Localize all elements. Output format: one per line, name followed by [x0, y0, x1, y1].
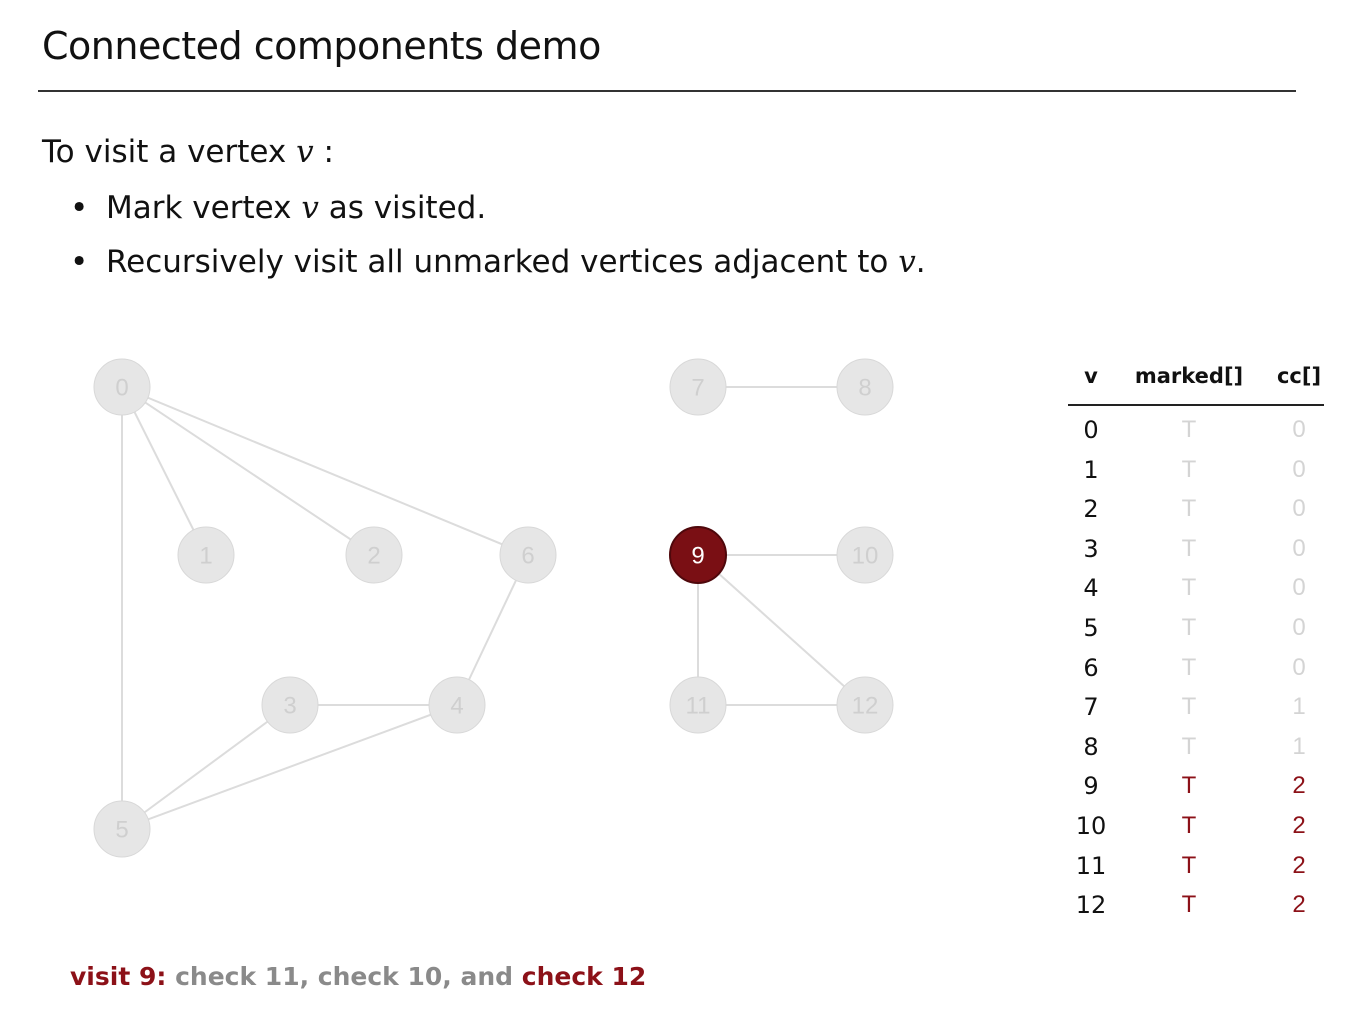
cell-marked: T — [1181, 613, 1197, 641]
vertex-label: 4 — [450, 693, 463, 720]
edge-3-5 — [121, 704, 291, 830]
cell-cc: 0 — [1292, 534, 1306, 562]
vertex-6: 6 — [499, 526, 557, 584]
cell-v: 1 — [1083, 455, 1099, 484]
cell-marked: T — [1181, 732, 1197, 760]
edge-0-6 — [121, 386, 529, 556]
cell-v: 9 — [1083, 772, 1099, 801]
table-header-rule — [1068, 404, 1324, 406]
cell-marked: T — [1181, 495, 1197, 523]
cell-v: 6 — [1083, 653, 1099, 682]
status-last-check: check 12 — [521, 962, 647, 991]
cell-cc: 2 — [1292, 811, 1306, 839]
cell-v: 7 — [1083, 693, 1099, 722]
table-row: 5 T 0 — [1068, 614, 1324, 654]
header-cc: cc[] — [1276, 364, 1322, 388]
table-row: 9 T 2 — [1068, 772, 1324, 812]
cell-cc: 2 — [1292, 851, 1306, 879]
vertex-label: 10 — [852, 543, 879, 570]
cell-v: 11 — [1075, 851, 1107, 880]
vertex-5: 5 — [93, 800, 151, 858]
cell-cc: 0 — [1292, 495, 1306, 523]
vertex-7: 7 — [669, 358, 727, 416]
vertex-label: 2 — [367, 543, 380, 570]
status-line: visit 9: check 11, check 10, and check 1… — [70, 962, 646, 991]
graph-edges — [121, 386, 866, 830]
edge-9-12 — [697, 554, 866, 706]
cell-marked: T — [1181, 891, 1197, 919]
graph-vertices: 01 23 4567 89 1011 12 — [93, 358, 894, 858]
cell-cc: 0 — [1292, 416, 1306, 443]
table-row: 0 T 0 — [1068, 416, 1324, 456]
vertex-4: 4 — [428, 676, 486, 734]
vertex-label: 7 — [691, 375, 704, 402]
vertex-2: 2 — [345, 526, 403, 584]
cell-marked: T — [1181, 693, 1197, 721]
cell-cc: 2 — [1292, 772, 1306, 800]
table-row: 6 T 0 — [1068, 654, 1324, 694]
table-row: 8 T 1 — [1068, 733, 1324, 773]
vertex-label: 9 — [691, 543, 704, 570]
table-header: v marked[] cc[] — [1068, 364, 1324, 404]
cell-marked: T — [1181, 851, 1197, 879]
vertex-8: 8 — [836, 358, 894, 416]
vertex-0: 0 — [93, 358, 151, 416]
status-visit: visit 9: — [70, 962, 167, 991]
cell-marked: T — [1181, 811, 1197, 839]
vertex-label: 12 — [852, 693, 879, 720]
cell-cc: 0 — [1292, 574, 1306, 602]
cell-marked: T — [1181, 416, 1197, 443]
cell-v: 3 — [1083, 534, 1099, 563]
vertex-1: 1 — [177, 526, 235, 584]
vertex-label: 11 — [686, 693, 711, 720]
status-checks: check 11, check 10, and — [166, 962, 522, 991]
table-row: 1 T 0 — [1068, 456, 1324, 496]
vertex-label: 6 — [521, 543, 534, 570]
vertex-label: 1 — [199, 543, 212, 570]
cell-cc: 1 — [1292, 732, 1306, 760]
header-v: v — [1084, 364, 1098, 388]
vertex-label: 0 — [115, 375, 128, 402]
cell-v: 5 — [1083, 613, 1099, 642]
table-row: 10 T 2 — [1068, 812, 1324, 852]
state-table: v marked[] cc[] 0T01T02T03T04T05T06T07T1… — [1068, 364, 1324, 919]
header-marked: marked[] — [1134, 364, 1244, 388]
table-body: 0 T 0 1 T 0 2 T 0 3 T 0 4 T 0 5 T 0 6 T 0 7 T 1 8 T 1 9 T 2 10 T 2 11 T 2 12… — [1068, 416, 1324, 931]
cell-v: 4 — [1083, 574, 1099, 603]
cell-cc: 0 — [1292, 613, 1306, 641]
table-row: 7 T 1 — [1068, 693, 1324, 733]
cell-marked: T — [1181, 574, 1197, 602]
cell-v: 0 — [1083, 416, 1099, 444]
cell-v: 12 — [1075, 891, 1107, 920]
table-row: 11 T 2 — [1068, 852, 1324, 892]
vertex-10: 10 — [836, 526, 894, 584]
vertex-12: 12 — [836, 676, 894, 734]
cell-marked: T — [1181, 653, 1197, 681]
vertex-3: 3 — [261, 676, 319, 734]
cell-marked: T — [1181, 772, 1197, 800]
cell-marked: T — [1181, 455, 1197, 483]
vertex-label: 3 — [283, 693, 296, 720]
vertex-label: 8 — [858, 375, 871, 402]
edge-0-2 — [121, 386, 375, 556]
cell-cc: 2 — [1292, 891, 1306, 919]
cell-v: 2 — [1083, 495, 1099, 524]
cell-cc: 1 — [1292, 693, 1306, 721]
vertex-label: 5 — [115, 817, 128, 844]
vertex-11: 11 — [669, 676, 727, 734]
table-row: 12 T 2 — [1068, 891, 1324, 931]
table-row: 4 T 0 — [1068, 574, 1324, 614]
cell-v: 10 — [1075, 811, 1107, 840]
table-row: 3 T 0 — [1068, 535, 1324, 575]
cell-marked: T — [1181, 534, 1197, 562]
cell-v: 8 — [1083, 732, 1099, 761]
cell-cc: 0 — [1292, 455, 1306, 483]
table-row: 2 T 0 — [1068, 495, 1324, 535]
cell-cc: 0 — [1292, 653, 1306, 681]
vertex-9: 9 — [669, 526, 727, 584]
